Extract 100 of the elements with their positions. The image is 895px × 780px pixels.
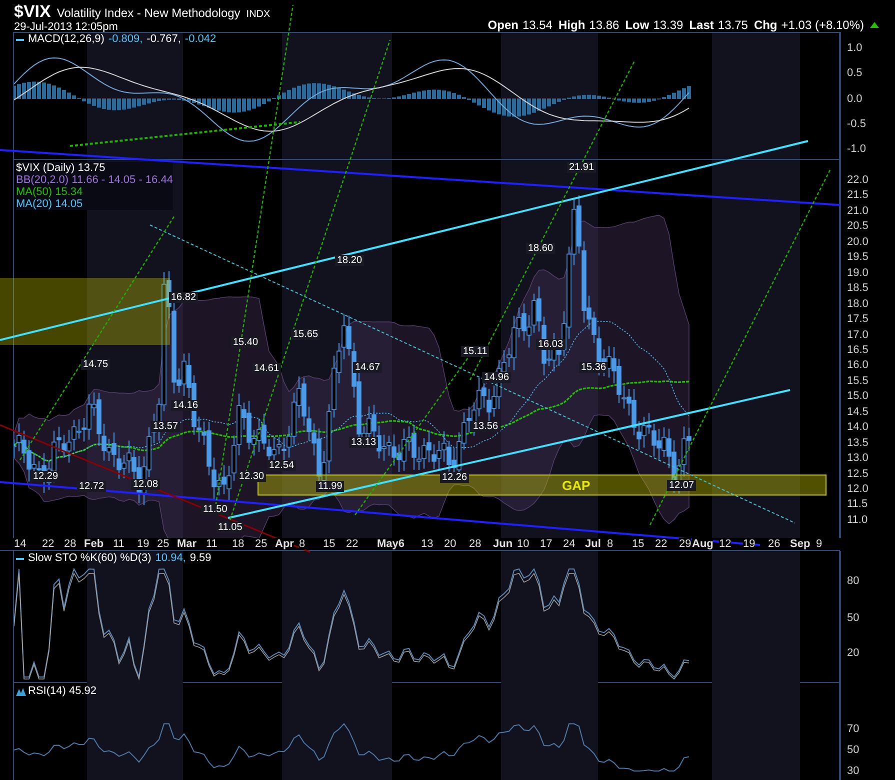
date-label: May6: [377, 538, 405, 550]
price-label: 12.07: [667, 480, 696, 491]
legend-value: -0.767,: [146, 33, 181, 46]
date-label: Aug: [692, 538, 714, 550]
axis-label: 0.5: [847, 67, 862, 80]
price-label: 16.82: [169, 292, 198, 303]
legend-value: 9.59: [190, 552, 212, 565]
date-label: Sep: [790, 538, 810, 550]
axis-label: -0.5: [847, 118, 866, 130]
chart-title: Volatility Index - New Methodology: [56, 6, 240, 20]
date-label: 18: [232, 538, 244, 550]
date-label: 17: [540, 538, 552, 550]
date-label: 22: [655, 538, 668, 550]
quote-value: +1.03 (+8.10%): [781, 18, 864, 32]
price-label: 18.20: [335, 255, 364, 266]
legend-label: MA(50) 15.34: [16, 186, 84, 198]
axis-label: 15.5: [847, 374, 868, 387]
price-label: 12.29: [31, 471, 60, 482]
date-label: 14: [14, 538, 26, 550]
price-label: 15.40: [231, 337, 260, 348]
date-label: Feb: [84, 538, 104, 550]
date-label: Jul: [585, 538, 601, 550]
axis-label: 12.0: [847, 483, 868, 495]
price-label: 16.03: [536, 339, 566, 350]
legend-label: MACD(12,26,9): [28, 33, 104, 46]
date-label: 11: [206, 538, 218, 550]
price-label: 12.26: [440, 472, 470, 483]
axis-label: 80: [847, 575, 860, 587]
quote-label: Open: [488, 18, 518, 32]
up-triangle-icon: [870, 22, 879, 28]
date-label: 9: [816, 538, 822, 550]
axis-label: 13.5: [847, 436, 868, 449]
date-label: 13: [421, 538, 434, 550]
axis-label: 22.0: [847, 174, 868, 186]
price-label: 13.57: [151, 421, 180, 432]
date-label: Jun: [493, 538, 513, 550]
date-label: 11: [113, 538, 124, 550]
axis-label: 0.0: [847, 92, 862, 104]
exchange-label: INDX: [246, 9, 270, 21]
date-label: 26: [768, 538, 780, 550]
axis-label: 14.0: [847, 421, 868, 434]
mountain-icon: [16, 687, 26, 696]
axis-label: 70: [847, 723, 860, 735]
axis-label: 18.0: [847, 298, 868, 310]
date-label: 20: [444, 538, 456, 550]
price-label: 12.08: [131, 479, 160, 490]
price-label: 14.96: [482, 372, 512, 383]
price-label: 12.72: [77, 481, 106, 492]
quote-value: 13.86: [589, 18, 620, 32]
legend-label: MA(20) 14.05: [16, 198, 84, 210]
legend-label: RSI(14) 45.92: [28, 685, 96, 698]
axis-label: 21.0: [847, 204, 868, 217]
date-label: 25: [157, 538, 170, 550]
quote-label: Last: [689, 18, 714, 32]
date-label: 22: [42, 538, 54, 550]
price-label: 12.54: [267, 460, 296, 471]
date-label: 19: [743, 538, 756, 550]
quote-label: Low: [625, 18, 650, 32]
axis-label: 16.5: [847, 344, 868, 356]
axis-label: 50: [847, 612, 860, 624]
price-label: 18.60: [526, 243, 556, 254]
axis-label: 15.0: [847, 390, 868, 402]
date-label: 22: [346, 538, 358, 550]
price-label: 15.11: [461, 346, 490, 357]
axis-label: 18.5: [847, 282, 868, 294]
price-label: 15.65: [291, 329, 320, 340]
axis-label: 21.5: [847, 189, 868, 202]
date-label: 15: [632, 538, 644, 550]
quote-label: Chg: [754, 18, 778, 32]
date-label: 8: [607, 538, 614, 550]
date-label: 8: [299, 538, 306, 550]
price-label: 13.56: [471, 421, 500, 432]
date-label: 19: [137, 538, 150, 550]
price-label: 14.75: [81, 359, 110, 370]
price-label: 11.50: [201, 504, 230, 515]
quote-label: High: [558, 18, 586, 32]
quote-value: 13.54: [522, 18, 552, 32]
axis-label: -1.0: [847, 143, 866, 155]
price-label: 11.05: [216, 522, 244, 533]
date-label: 15: [323, 538, 336, 550]
axis-label: 12.5: [847, 468, 868, 480]
axis-label: 19.0: [847, 266, 868, 279]
chart-timestamp: 29-Jul-2013 12:05pm: [14, 21, 119, 34]
axis-label: 17.0: [847, 328, 868, 340]
legend-value: -0.042: [184, 33, 216, 46]
date-label: Mar: [177, 538, 197, 550]
axis-label: 20.5: [847, 220, 868, 232]
axis-label: 20: [847, 647, 860, 659]
axis-label: 19.5: [847, 251, 868, 264]
quote-value: 13.39: [653, 18, 684, 32]
price-label: 11.99: [316, 481, 344, 492]
date-label: 24: [563, 538, 576, 550]
legend-label: Slow STO %K(60) %D(3): [28, 552, 152, 565]
price-label: 21.91: [567, 162, 596, 173]
date-label: 28: [469, 538, 482, 550]
price-label: 15.36: [579, 362, 608, 373]
legend-label: BB(20,2.0) 11.66 - 14.05 - 16.44: [16, 174, 173, 186]
date-label: 10: [517, 538, 530, 550]
date-label: 29: [679, 538, 692, 550]
price-label: 13.13: [349, 437, 378, 448]
